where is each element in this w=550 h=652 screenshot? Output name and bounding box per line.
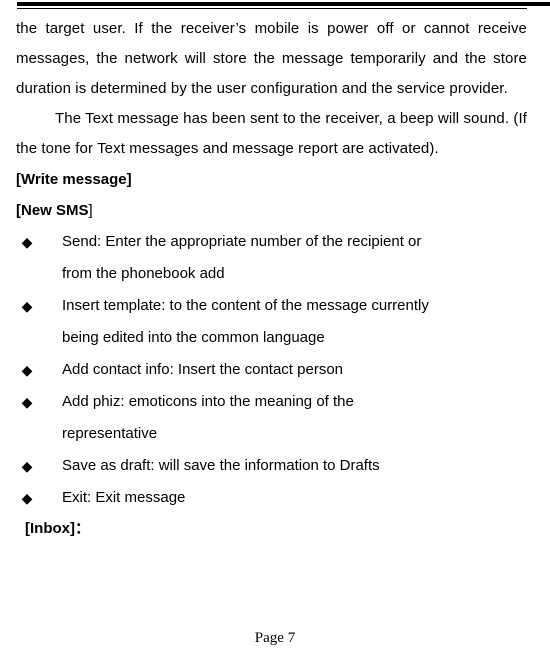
diamond-bullet-icon: ◆ (21, 458, 33, 474)
diamond-bullet-icon: ◆ (21, 298, 33, 314)
list-item-exit-line1: Exit: Exit message (62, 489, 186, 506)
heading-new-sms: [New SMS] (16, 195, 527, 226)
page-number: Page 7 (254, 630, 296, 646)
list-item-insert-template-line1: Insert template: to the content of the m… (62, 297, 429, 314)
diamond-bullet-icon: ◆ (21, 394, 33, 410)
diamond-bullet-icon: ◆ (21, 490, 33, 506)
list-item-add-phiz: ◆ Add phiz: emoticons into the meaning of… (16, 386, 527, 450)
list-item-send-line2: from the phonebook add (62, 265, 225, 282)
header-rule-thick-line (17, 2, 550, 6)
paragraph-beep-notice: The Text message has been sent to the re… (16, 110, 527, 157)
list-item-add-contact-info: ◆ Add contact info: Insert the contact pe… (16, 354, 527, 386)
paragraph-network-storage: the target user. If the receiver’s mobil… (16, 20, 527, 97)
page-footer: Page 7 (0, 628, 550, 648)
list-item-insert-template-line2: being edited into the common language (62, 329, 325, 346)
list-item-exit: ◆ Exit: Exit message (16, 482, 527, 514)
header-rule-thin-line (17, 8, 527, 9)
heading-inbox: [Inbox]： (25, 520, 90, 537)
list-item-add-phiz-line1: Add phiz: emoticons into the meaning of … (62, 393, 354, 410)
document-body: the target user. If the receiver’s mobil… (16, 14, 527, 544)
document-page: the target user. If the receiver’s mobil… (0, 0, 550, 652)
list-item-add-contact-info-line1: Add contact info: Insert the contact per… (62, 361, 344, 378)
heading-new-sms-bracket: ] (88, 202, 93, 219)
diamond-bullet-icon: ◆ (21, 234, 33, 250)
list-item-insert-template: ◆ Insert template: to the content of the … (16, 290, 527, 354)
heading-new-sms-bold-part: [New SMS (16, 202, 89, 219)
list-item-send: ◆ Send: Enter the appropriate number of t… (16, 226, 527, 290)
header-rule (0, 0, 550, 12)
list-item-save-as-draft: ◆ Save as draft: will save the informatio… (16, 450, 527, 482)
list-item-add-phiz-line2: representative (62, 425, 158, 442)
heading-write-message: [Write message] (16, 171, 132, 188)
diamond-bullet-icon: ◆ (21, 362, 33, 378)
new-sms-option-list: ◆ Send: Enter the appropriate number of t… (16, 226, 527, 514)
list-item-save-as-draft-line1: Save as draft: will save the information… (62, 457, 380, 474)
list-item-send-line1: Send: Enter the appropriate number of th… (62, 233, 422, 250)
